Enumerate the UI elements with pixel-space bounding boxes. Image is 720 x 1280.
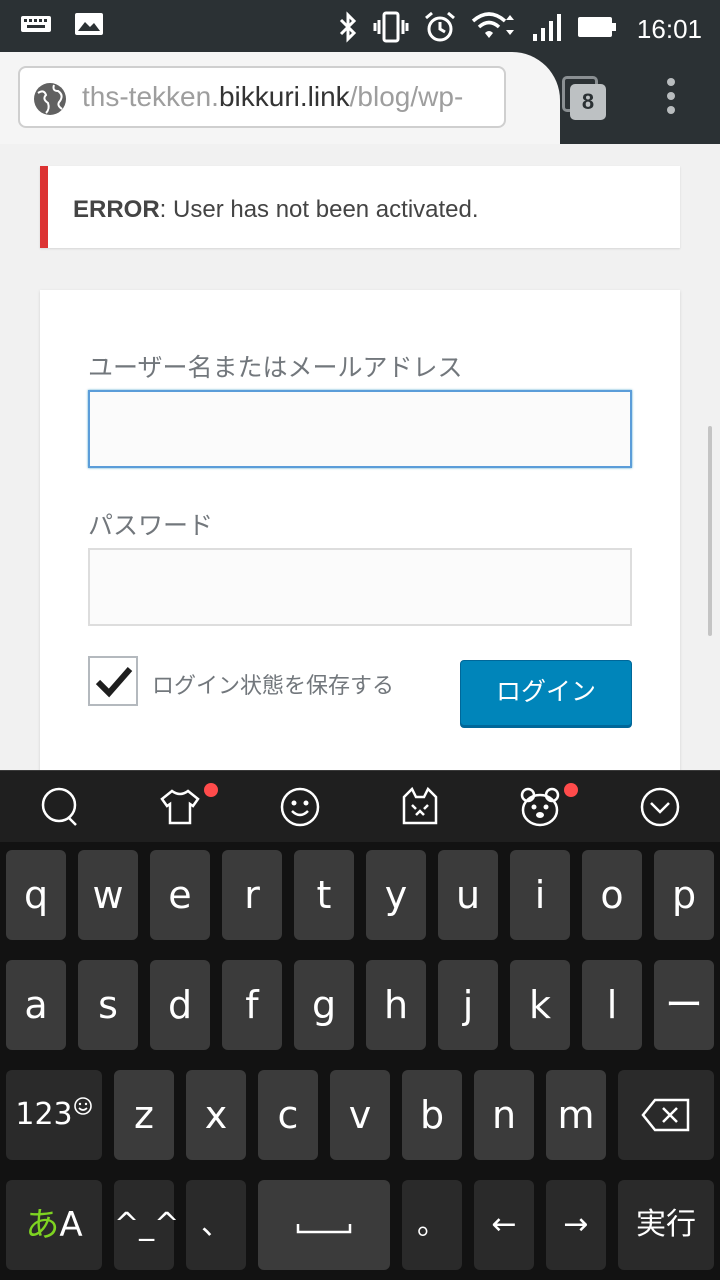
menu-dot-icon [667,106,675,114]
notification-dot [204,783,218,797]
key-l[interactable]: l [582,960,642,1050]
speech-bubble-icon[interactable] [38,785,82,829]
bear-face-icon[interactable] [518,785,562,829]
key-long-vowel[interactable]: ー [654,960,714,1050]
url-domain: bikkuri.link [218,81,350,112]
smiley-small-icon [73,1097,92,1115]
clock: 16:01 [636,13,702,44]
wifi-icon [471,11,517,47]
key-language-toggle[interactable]: あA [6,1180,102,1270]
key-cursor-right[interactable]: → [546,1180,606,1270]
image-icon [74,12,104,40]
keyboard-toolbar [0,770,720,842]
key-k[interactable]: k [510,960,570,1050]
key-y[interactable]: y [366,850,426,940]
menu-dot-icon [667,78,675,86]
url-text: ths-tekken.bikkuri.link/blog/wp- [82,81,463,113]
remember-me-label[interactable]: ログイン状態を保存する [152,668,394,700]
notification-dot [564,783,578,797]
error-message: : User has not been activated. [159,196,479,223]
error-label: ERROR [73,196,160,223]
latin-label: A [59,1205,83,1245]
key-123[interactable]: 123 [6,1070,102,1160]
key-o[interactable]: o [582,850,642,940]
status-bar: 16:01 [0,0,720,52]
key-j[interactable]: j [438,960,498,1050]
key-u[interactable]: u [438,850,498,940]
error-text: ERROR: User has not been activated. [73,196,479,224]
key-h[interactable]: h [366,960,426,1050]
key-p[interactable]: p [654,850,714,940]
vibrate-icon [373,11,409,47]
backspace-key[interactable] [618,1070,714,1160]
key-z[interactable]: z [114,1070,174,1160]
tab-switcher-button[interactable]: 8 [562,76,606,120]
space-icon [296,1224,352,1234]
smiley-icon[interactable] [278,785,322,829]
key-b[interactable]: b [402,1070,462,1160]
shirt-icon[interactable] [158,785,202,829]
keyboard-icon [20,13,52,39]
checkmark-icon [95,667,133,698]
collapse-keyboard-icon[interactable] [638,785,682,829]
key-g[interactable]: g [294,960,354,1050]
key-d[interactable]: d [150,960,210,1050]
key-s[interactable]: s [78,960,138,1050]
key-e[interactable]: e [150,850,210,940]
address-bar[interactable]: ths-tekken.bikkuri.link/blog/wp- [18,66,506,128]
key-n[interactable]: n [474,1070,534,1160]
bluetooth-icon [337,11,359,47]
key-w[interactable]: w [78,850,138,940]
key-x[interactable]: x [186,1070,246,1160]
enter-key[interactable]: 実行 [618,1180,714,1270]
login-form: ユーザー名またはメールアドレス パスワード ログイン状態を保存する ログイン [40,290,680,770]
space-key[interactable] [258,1180,390,1270]
key-t[interactable]: t [294,850,354,940]
error-notice: ERROR: User has not been activated. [40,166,680,248]
key-cursor-left[interactable]: ← [474,1180,534,1270]
key-f[interactable]: f [222,960,282,1050]
battery-icon [577,15,617,43]
username-label: ユーザー名またはメールアドレス [88,353,463,382]
backspace-icon [641,1098,690,1132]
tab-count: 8 [570,84,606,120]
url-prefix: ths-tekken. [82,81,219,112]
key-v[interactable]: v [330,1070,390,1160]
key-q[interactable]: q [6,850,66,940]
signal-icon [531,12,563,46]
password-label: パスワード [88,511,214,540]
remember-me-checkbox[interactable] [88,656,138,706]
login-button[interactable]: ログイン [460,660,632,726]
scrollbar-thumb[interactable] [708,426,712,636]
key-comma[interactable]: 、 [186,1180,246,1270]
url-path: /blog/wp- [349,81,464,112]
key-m[interactable]: m [546,1070,606,1160]
key-123-label: 123 [15,1097,73,1132]
globe-icon [32,81,68,121]
key-r[interactable]: r [222,850,282,940]
alarm-icon [423,10,457,48]
key-period[interactable]: 。 [402,1180,462,1270]
key-a[interactable]: a [6,960,66,1050]
menu-dot-icon [667,92,675,100]
browser-toolbar: ths-tekken.bikkuri.link/blog/wp- 8 [0,52,720,144]
key-emoticon[interactable]: ^_^ [114,1180,179,1270]
web-content: ERROR: User has not been activated. ユーザー… [0,144,720,770]
kana-label: あ [25,1205,60,1245]
soft-keyboard: q w e r t y u i o p a s d f g h j k l ー … [0,770,720,1280]
key-c[interactable]: c [258,1070,318,1160]
overflow-menu-button[interactable] [664,78,678,118]
url-tab-area: ths-tekken.bikkuri.link/blog/wp- [0,52,560,144]
key-i[interactable]: i [510,850,570,940]
username-input[interactable] [88,390,632,468]
password-input[interactable] [88,548,632,626]
cat-face-icon[interactable] [398,785,442,829]
